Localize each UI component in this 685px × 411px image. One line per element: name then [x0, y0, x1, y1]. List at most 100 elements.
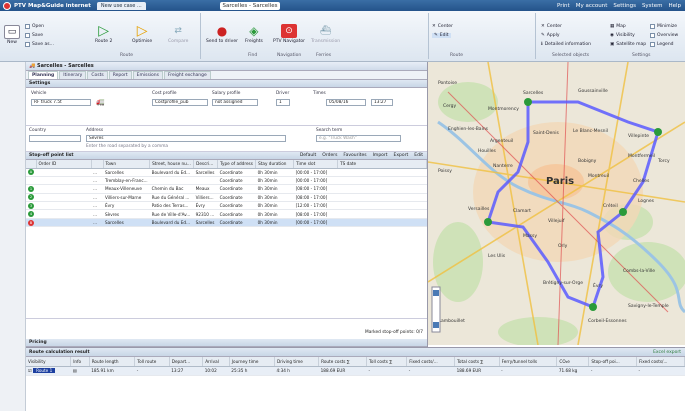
tab-report[interactable]: Report: [108, 71, 132, 79]
cost-profile-select[interactable]: Costprofile_pub: [152, 99, 208, 106]
tab-freight-exchange[interactable]: Freight exchange: [164, 71, 211, 79]
column-header[interactable]: Driving time: [274, 357, 320, 367]
export-button[interactable]: Export: [394, 153, 409, 158]
column-type[interactable]: Type of address: [217, 160, 257, 169]
table-row[interactable]: A... Sarcelles Boulevard du Ed... Sarcelles…: [26, 168, 427, 177]
ptv-navigator-button[interactable]: ⊙ PTV Navigator: [273, 24, 305, 44]
freights-icon: ◈: [249, 24, 259, 38]
column-flag[interactable]: [91, 160, 104, 169]
overview-button[interactable]: Overview: [650, 33, 678, 38]
transmission-button[interactable]: ⛴ Transmission: [311, 24, 340, 44]
driver-field[interactable]: 1: [276, 99, 290, 106]
pricing-section-header[interactable]: Pricing: [26, 339, 427, 347]
my-account-link[interactable]: My account: [576, 3, 608, 9]
column-header[interactable]: Fixed costs/...: [636, 357, 685, 367]
tab-costs[interactable]: Costs: [87, 71, 108, 79]
column-header[interactable]: Route length: [89, 357, 136, 367]
info-icon[interactable]: ▤: [70, 366, 90, 376]
stay-cell: 0h 30min: [255, 209, 294, 219]
column-header[interactable]: Stop-off poi...: [588, 357, 637, 367]
table-row[interactable]: ☑ Route 1 ▤ 185.91 km - 13:27 10:02 25:3…: [26, 366, 685, 376]
address-input[interactable]: Sèvres: [86, 135, 286, 142]
column-header[interactable]: Toll costs ∑: [366, 357, 408, 367]
print-link[interactable]: Print: [557, 3, 570, 9]
sel-center-button[interactable]: ✕ Center: [541, 24, 562, 29]
column-header[interactable]: Arrival: [202, 357, 230, 367]
column-header[interactable]: Info: [70, 357, 90, 367]
stop-marker-icon[interactable]: B: [26, 218, 36, 228]
column-header[interactable]: Journey time: [229, 357, 276, 367]
help-link[interactable]: Help: [668, 3, 681, 9]
system-link[interactable]: System: [642, 3, 663, 9]
column-header[interactable]: CO₂e: [556, 357, 590, 367]
stop-marker-icon[interactable]: 2: [26, 193, 36, 203]
save-as-button[interactable]: Save as...: [25, 42, 54, 47]
open-button[interactable]: Open: [25, 24, 44, 29]
column-header[interactable]: Toll route: [134, 357, 170, 367]
stop-marker-icon[interactable]: 4: [26, 209, 36, 219]
new-button[interactable]: ▭ New: [4, 25, 20, 45]
country-select[interactable]: [29, 135, 81, 142]
stopoff-section-header[interactable]: Stop-off point list Default Orders Favou…: [26, 152, 427, 160]
default-button[interactable]: Default: [300, 153, 316, 158]
apply-button[interactable]: ✎ Apply: [541, 33, 560, 38]
column-order-id[interactable]: Order ID: [36, 160, 92, 169]
map-view[interactable]: Pontoise Sarcelles Montmorency Goussainvill…: [428, 62, 685, 345]
table-row[interactable]: 2... Villiers-sur-Marne Rue du Général ...…: [26, 193, 427, 203]
compare-button[interactable]: ⇄ Compare: [168, 24, 188, 44]
column-stay[interactable]: Stay duration: [255, 160, 295, 169]
salary-profile-select[interactable]: not assigned: [212, 99, 258, 106]
table-row[interactable]: ... Tremblay-en-Franc... Coordinate 0h 30mi…: [26, 176, 427, 186]
date-field[interactable]: 05/08/16: [326, 99, 366, 106]
column-header[interactable]: Depart...: [169, 357, 204, 367]
column-time-slot[interactable]: Time slot: [293, 160, 339, 169]
excel-export-button[interactable]: Excel export: [653, 350, 681, 355]
stop-marker-icon[interactable]: 1: [26, 184, 36, 194]
column-header[interactable]: Fixed costs/...: [406, 357, 456, 367]
horizontal-scrollbar[interactable]: [26, 318, 427, 327]
column-header[interactable]: Route costs ∑: [318, 357, 368, 367]
settings-link[interactable]: Settings: [613, 3, 636, 9]
satellite-map-button[interactable]: ▣ Satellite map: [610, 42, 646, 47]
use-case-tab[interactable]: New use case ...: [96, 1, 146, 10]
route2-button[interactable]: ▷ Route 2: [95, 23, 112, 44]
search-term-input[interactable]: e.g. "Truck Wash": [316, 135, 401, 142]
column-header[interactable]: Total costs ∑: [454, 357, 500, 367]
column-street[interactable]: Street, house nu...: [149, 160, 195, 169]
vehicle-select[interactable]: RF truck 7.5t: [31, 99, 91, 106]
tab-itinerary[interactable]: Itinerary: [59, 71, 87, 79]
tab-emissions[interactable]: Emissions: [132, 71, 164, 79]
detailed-info-button[interactable]: ℹ Detailed information: [541, 42, 591, 47]
table-row[interactable]: 1... Meaux-Villeneuve Chemin du Bac Meaux Co…: [26, 184, 427, 194]
orders-button[interactable]: Orders: [322, 153, 337, 158]
send-to-driver-button[interactable]: ● Send to driver: [206, 24, 238, 44]
stop-marker-icon[interactable]: A: [26, 168, 36, 177]
stop-marker-icon[interactable]: [26, 176, 36, 186]
optimise-button[interactable]: ▷ Optimise: [132, 23, 152, 44]
route-visibility-cell[interactable]: ☑ Route 1: [26, 366, 71, 376]
tab-planning[interactable]: Planning: [28, 71, 59, 79]
table-row[interactable]: 3... Évry Patio des Terras... Évry Coordinat…: [26, 201, 427, 211]
edit-button[interactable]: ✎ Edit: [432, 33, 451, 38]
map-button[interactable]: ▦ Map: [610, 24, 626, 29]
save-button[interactable]: Save: [25, 33, 43, 38]
column-header[interactable]: Visibility: [26, 357, 72, 367]
favourites-button[interactable]: Favourites: [343, 153, 366, 158]
settings-section-header[interactable]: Settings: [26, 80, 427, 88]
visibility-button[interactable]: ◉ Visibility: [610, 33, 635, 38]
table-row[interactable]: 4... Sèvres Rue de Ville-d'Av... 92310 ... C…: [26, 209, 427, 219]
center-button[interactable]: ✕ Center: [432, 24, 453, 29]
freights-button[interactable]: ◈ Freights: [245, 24, 263, 44]
stop-marker-icon[interactable]: 3: [26, 201, 36, 211]
column-ts-date[interactable]: TS date: [337, 160, 427, 169]
import-button[interactable]: Import: [373, 153, 388, 158]
map-canvas[interactable]: Pontoise Sarcelles Montmorency Goussainvill…: [428, 62, 685, 345]
column-town[interactable]: Town: [103, 160, 151, 169]
minimize-button[interactable]: Minimize: [650, 24, 677, 29]
legend-button[interactable]: Legend: [650, 42, 674, 47]
table-row[interactable]: B... Sarcelles Boulevard du Ed... Sarcelles…: [26, 218, 427, 228]
edit-button[interactable]: Edit: [414, 153, 423, 158]
time-field[interactable]: 13:27: [371, 99, 393, 106]
column-header[interactable]: Ferry/tunnel tolls: [499, 357, 558, 367]
column-description[interactable]: Descri...: [193, 160, 219, 169]
